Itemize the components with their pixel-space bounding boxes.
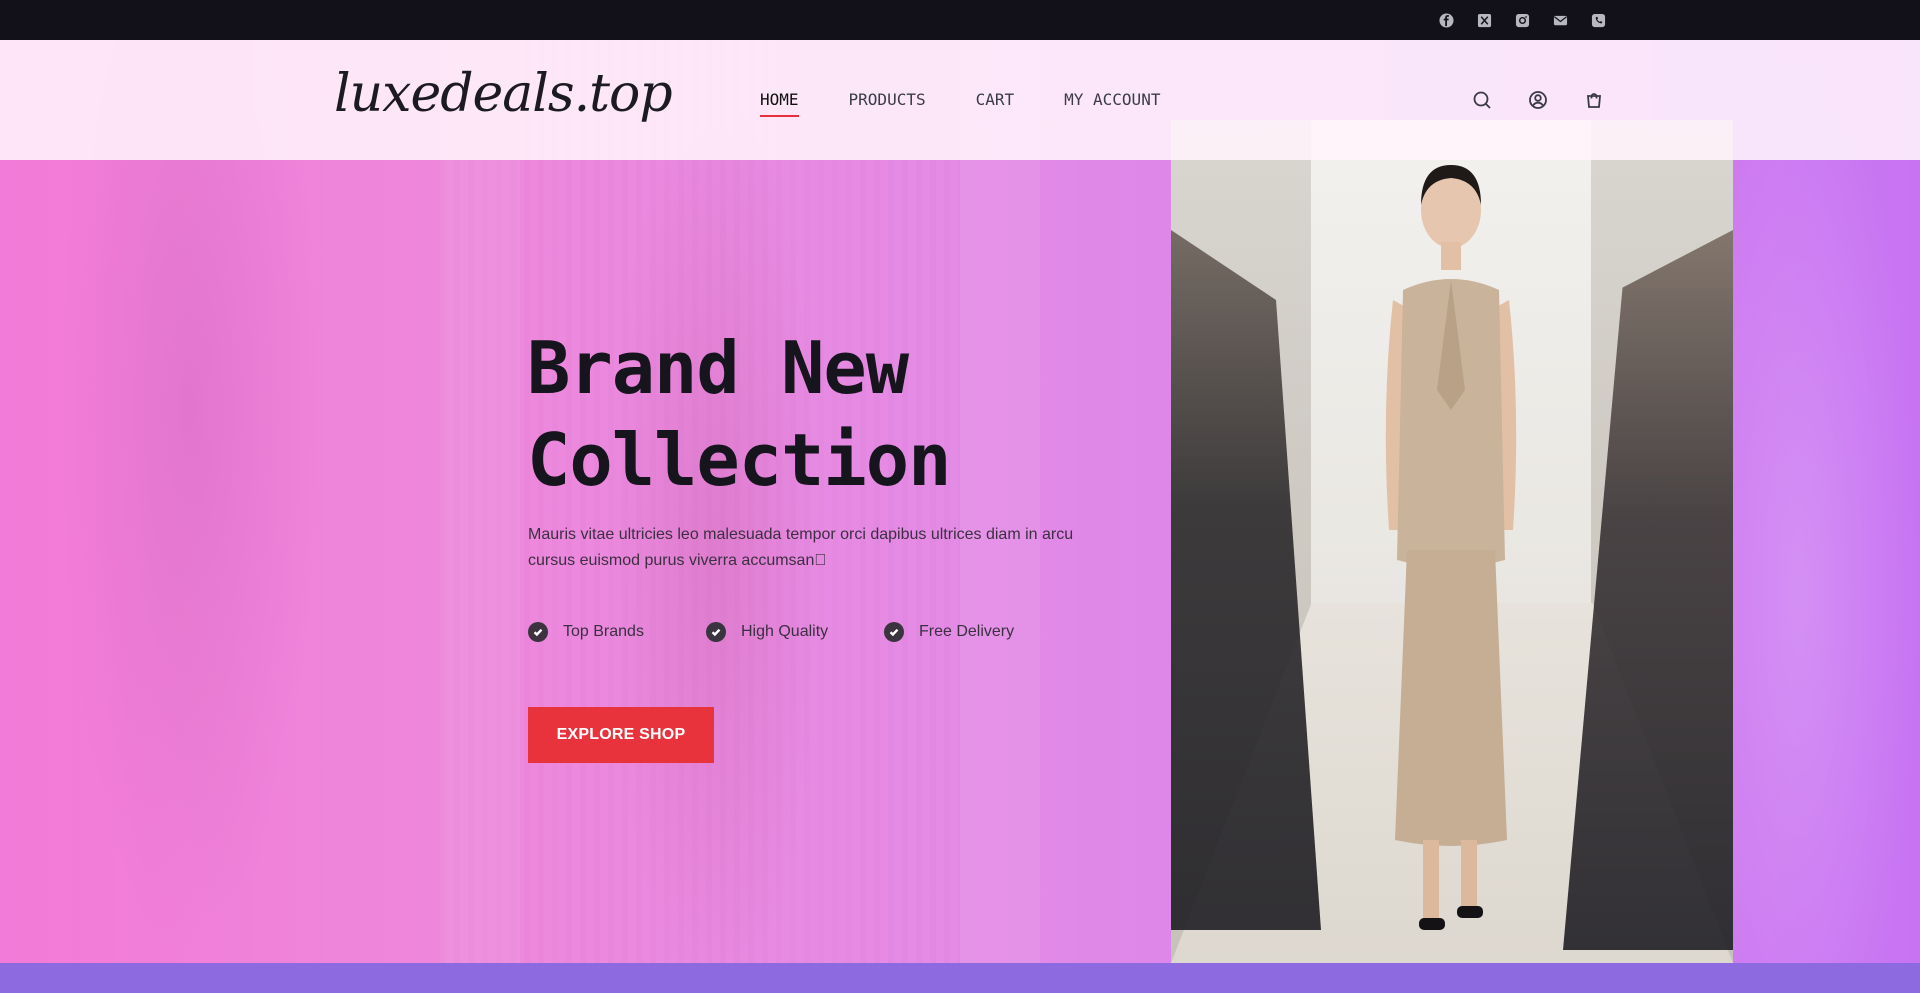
header-actions: [1472, 90, 1604, 115]
hero-model-image: [1171, 120, 1733, 963]
feature-label: Top Brands: [563, 623, 644, 640]
cart-icon[interactable]: [1584, 90, 1604, 115]
x-twitter-icon[interactable]: [1476, 12, 1492, 28]
site-header: luxedeals.top HOME PRODUCTS CART MY ACCO…: [0, 40, 1920, 160]
background-texture: [60, 40, 320, 963]
feature-item: Free Delivery: [884, 622, 1062, 642]
check-circle-icon: [528, 622, 548, 642]
next-section-strip: [0, 963, 1920, 993]
nav-products[interactable]: PRODUCTS: [849, 90, 926, 115]
check-circle-icon: [706, 622, 726, 642]
nav-home[interactable]: HOME: [760, 90, 799, 117]
check-circle-icon: [884, 622, 904, 642]
hero-description: Mauris vitae ultricies leo malesuada tem…: [528, 526, 1074, 569]
feature-label: Free Delivery: [919, 623, 1015, 640]
top-bar: [0, 0, 1920, 40]
main-nav: HOME PRODUCTS CART MY ACCOUNT: [760, 90, 1160, 117]
feature-label: High Quality: [741, 623, 829, 640]
background-pillar: [440, 40, 520, 963]
phone-icon[interactable]: [1590, 12, 1606, 28]
feature-item: Top Brands: [528, 622, 706, 642]
feature-item: High Quality: [706, 622, 884, 642]
site-logo[interactable]: luxedeals.top: [334, 64, 673, 124]
email-icon[interactable]: [1552, 12, 1568, 28]
search-icon[interactable]: [1472, 90, 1492, 115]
explore-shop-button[interactable]: EXPLORE SHOP: [528, 707, 714, 763]
hero-title: Brand New Collection: [527, 322, 1127, 506]
instagram-icon[interactable]: [1514, 12, 1530, 28]
hero-title-line: Brand New: [527, 326, 909, 410]
feature-list: Top Brands High Quality Free Delivery: [528, 622, 1062, 642]
nav-my-account[interactable]: MY ACCOUNT: [1064, 90, 1160, 115]
social-links: [1438, 12, 1606, 28]
photo-model: [1385, 165, 1517, 930]
account-icon[interactable]: [1528, 90, 1548, 115]
nav-cart[interactable]: CART: [976, 90, 1015, 115]
photo-audience-left: [1171, 230, 1321, 930]
hero-title-line: Collection: [527, 418, 951, 502]
facebook-icon[interactable]: [1438, 12, 1454, 28]
background-texture: [1720, 40, 1920, 963]
